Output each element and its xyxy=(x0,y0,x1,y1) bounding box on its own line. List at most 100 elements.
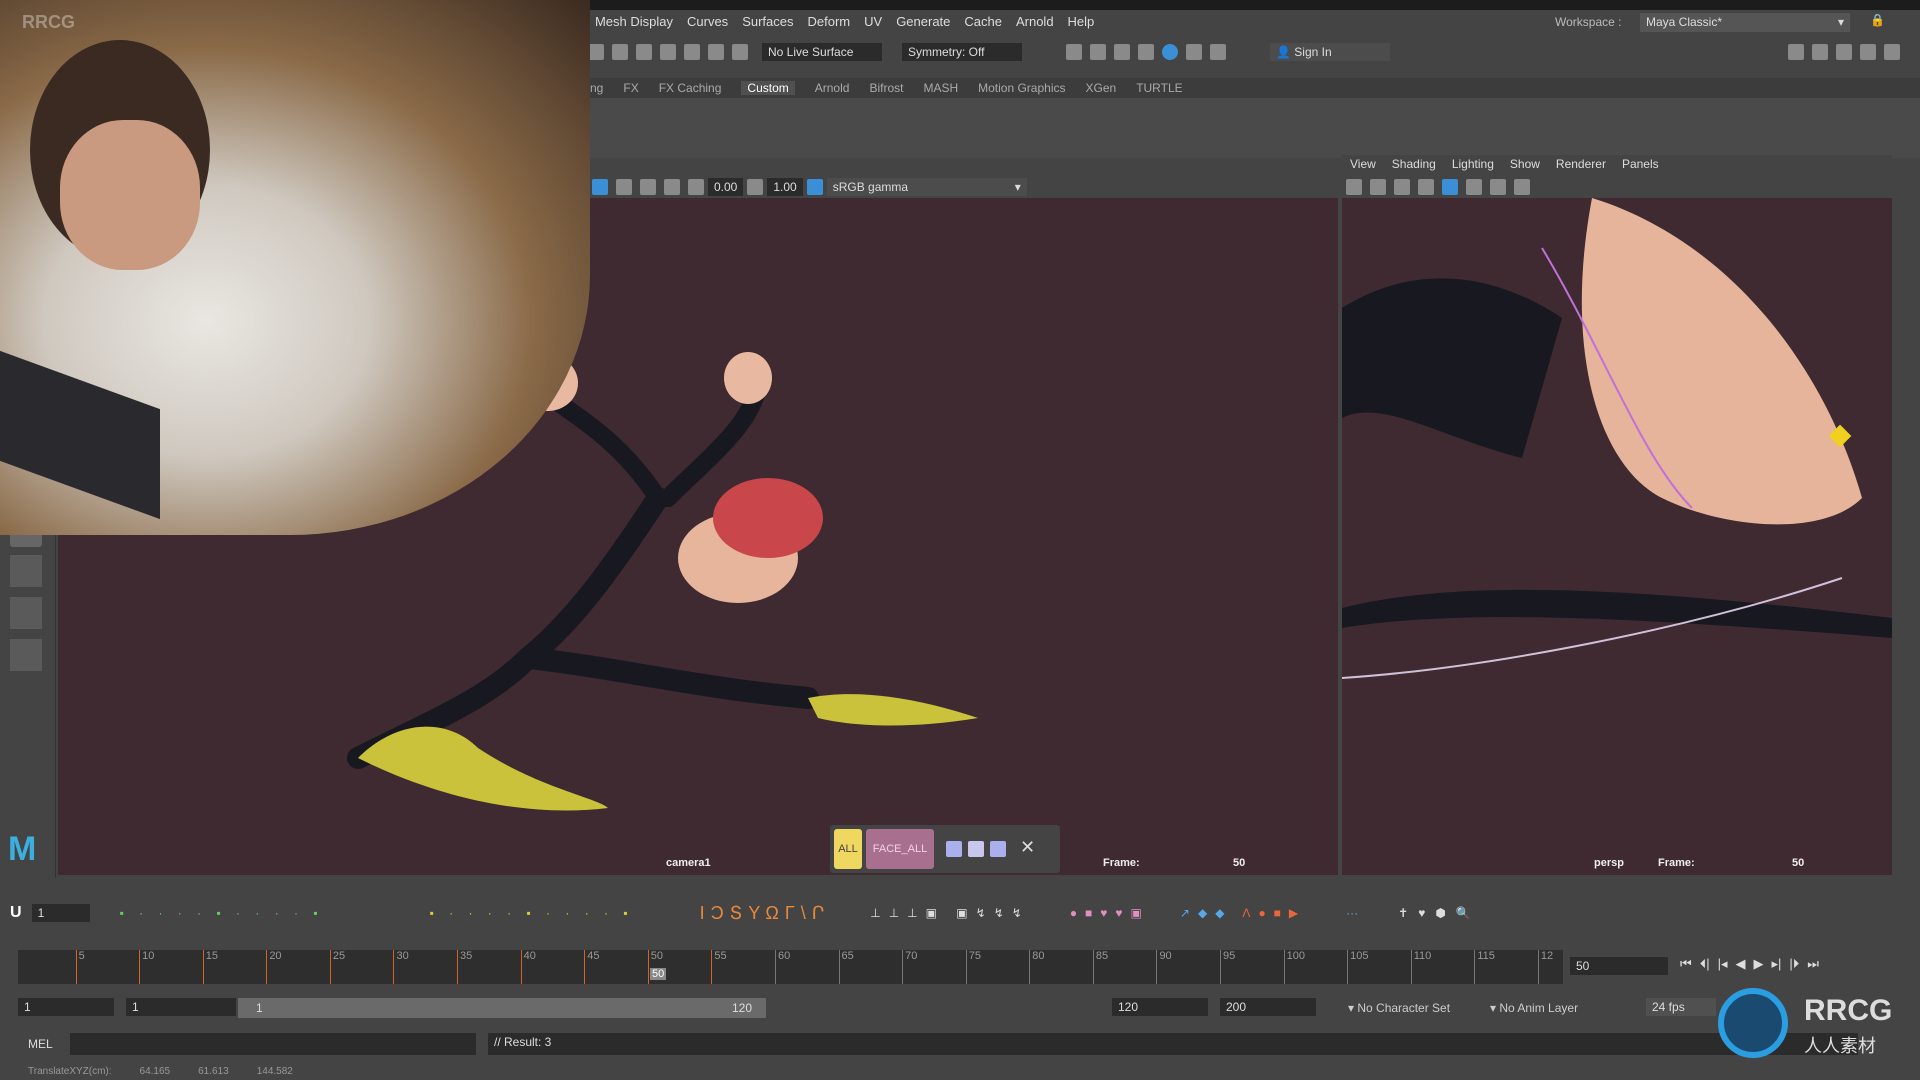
add-set-icon[interactable] xyxy=(946,841,962,857)
grid-icon[interactable] xyxy=(640,178,656,195)
layout-two-icon[interactable] xyxy=(10,597,42,629)
more-icon[interactable]: ··· xyxy=(1346,906,1358,920)
grid-icon[interactable] xyxy=(1394,178,1410,195)
lock-selection-icon[interactable] xyxy=(588,44,604,60)
panel-menu-item[interactable]: Shading xyxy=(1392,157,1436,173)
menu-item[interactable]: UV xyxy=(864,14,882,29)
current-frame-marker[interactable]: 50 xyxy=(650,968,667,980)
play-backward-icon[interactable]: ◀ xyxy=(1736,956,1746,972)
camera-icon[interactable] xyxy=(1346,178,1362,195)
image-plane-icon[interactable] xyxy=(616,178,632,195)
tool-settings-icon[interactable] xyxy=(1860,44,1876,60)
shelf-tab[interactable]: Arnold xyxy=(815,81,850,95)
command-input[interactable] xyxy=(70,1033,476,1055)
sign-in-button[interactable]: 👤 Sign In xyxy=(1270,43,1390,61)
arnold-render-icon[interactable] xyxy=(1162,44,1178,60)
panel-menu-item[interactable]: View xyxy=(1350,157,1376,173)
exposure-icon[interactable] xyxy=(688,178,704,195)
right-tools-icons[interactable]: ✝♥⬢🔍 xyxy=(1398,906,1481,920)
workspace-dropdown[interactable]: Maya Classic* ▾ xyxy=(1640,13,1850,32)
isolate-icon[interactable] xyxy=(1514,178,1530,195)
exposure-field[interactable]: 0.00 xyxy=(708,177,744,196)
shelf-tab[interactable]: TURTLE xyxy=(1136,81,1182,95)
prev-key-icon[interactable]: |◂ xyxy=(1718,956,1728,972)
command-language-toggle[interactable]: MEL xyxy=(28,1037,53,1051)
shelf-tab[interactable]: Custom xyxy=(741,81,795,95)
shelf-tab[interactable]: FX Caching xyxy=(659,81,722,95)
tangent-icons[interactable]: ΙϽՏΥΩΓ\Ր xyxy=(700,903,831,924)
layout-four-icon[interactable] xyxy=(10,555,42,587)
step-forward-icon[interactable]: |⏵ xyxy=(1789,956,1799,972)
color-management-icon[interactable] xyxy=(806,178,823,195)
panel-menu-item[interactable]: Panels xyxy=(1622,157,1659,173)
shelf-tab[interactable]: Bifrost xyxy=(869,81,903,95)
pause-icon[interactable] xyxy=(1210,44,1226,60)
menu-item[interactable]: Help xyxy=(1068,14,1095,29)
playback-start-field[interactable]: 1 xyxy=(126,998,236,1016)
menu-item[interactable]: Curves xyxy=(687,14,728,29)
character-closeup[interactable] xyxy=(1342,198,1892,875)
keyframe-tools-icons[interactable]: Λ●■▶ xyxy=(1242,906,1306,920)
render-settings-icon[interactable] xyxy=(1114,44,1130,60)
next-key-icon[interactable]: ▸| xyxy=(1772,956,1782,972)
fps-dropdown[interactable]: 24 fps xyxy=(1646,998,1716,1016)
tween-slider[interactable]: ▪ · · · · ▪ · · · · ▪ xyxy=(430,906,690,920)
live-surface-field[interactable]: No Live Surface xyxy=(762,43,882,61)
snap-surface-icon[interactable] xyxy=(732,44,748,60)
persp-viewport[interactable]: View Shading Lighting Show Renderer Panels pe… xyxy=(1342,155,1892,875)
film-gate-icon[interactable] xyxy=(664,178,680,195)
shelf-tab[interactable]: FX xyxy=(623,81,638,95)
attribute-editor-icon[interactable] xyxy=(1836,44,1852,60)
character-controls-icon[interactable] xyxy=(1812,44,1828,60)
key-tangent-slider[interactable]: ▪ · · · · ▪ · · · · ▪ xyxy=(120,906,420,920)
panel-menu-item[interactable]: Lighting xyxy=(1452,157,1494,173)
menu-item[interactable]: Cache xyxy=(964,14,1002,29)
textured-icon[interactable] xyxy=(1466,178,1482,195)
select-all-button[interactable]: ALL xyxy=(834,829,862,869)
character-set-dropdown[interactable]: ▾ No Character Set xyxy=(1348,1001,1450,1015)
lock-icon[interactable]: 🔒 xyxy=(1870,13,1885,27)
render-view-icon[interactable] xyxy=(1186,44,1202,60)
magnet-icon[interactable]: U xyxy=(10,904,22,922)
close-icon[interactable]: ✕ xyxy=(1020,837,1035,858)
ik-tools-icons[interactable]: ↗◆◆ xyxy=(1180,906,1233,920)
channel-box-icon[interactable] xyxy=(1884,44,1900,60)
menu-item[interactable]: Mesh Display xyxy=(595,14,673,29)
wireframe-icon[interactable] xyxy=(1418,178,1434,195)
play-forward-icon[interactable]: ▶ xyxy=(1754,956,1764,972)
lights-icon[interactable] xyxy=(1490,178,1506,195)
go-to-start-icon[interactable]: ⏮ xyxy=(1680,956,1692,972)
color-space-dropdown[interactable]: sRGB gamma ▾ xyxy=(826,177,1027,196)
smooth-shade-icon[interactable] xyxy=(1442,178,1458,195)
edit-set-icon[interactable] xyxy=(968,841,984,857)
current-frame-field[interactable]: 50 xyxy=(1570,957,1668,975)
menu-item[interactable]: Arnold xyxy=(1016,14,1054,29)
anim-layer-dropdown[interactable]: ▾ No Anim Layer xyxy=(1490,1001,1578,1015)
camera-attributes-icon[interactable] xyxy=(592,178,608,195)
step-back-icon[interactable]: ⏴| xyxy=(1700,956,1710,972)
playback-end-field[interactable]: 120 xyxy=(1112,998,1208,1016)
outliner-layout-icon[interactable] xyxy=(10,639,42,671)
modeling-toolkit-icon[interactable] xyxy=(1788,44,1804,60)
snap-view-icon[interactable] xyxy=(708,44,724,60)
menu-item[interactable]: Deform xyxy=(808,14,851,29)
go-to-end-icon[interactable]: ⏭ xyxy=(1807,956,1819,972)
symmetry-dropdown[interactable]: Symmetry: Off xyxy=(902,43,1022,61)
bookmark-icon[interactable] xyxy=(1370,178,1386,195)
gamma-icon[interactable] xyxy=(747,178,764,195)
menu-item[interactable]: Generate xyxy=(896,14,950,29)
snap-point-icon[interactable] xyxy=(684,44,700,60)
shelf-tab[interactable]: MASH xyxy=(923,81,958,95)
snap-icon[interactable] xyxy=(612,44,628,60)
shelf-tab[interactable]: XGen xyxy=(1086,81,1117,95)
remove-set-icon[interactable] xyxy=(990,841,1006,857)
render-icon[interactable] xyxy=(1066,44,1082,60)
gamma-field[interactable]: 1.00 xyxy=(767,177,803,196)
start-time-field[interactable]: 1 xyxy=(18,998,114,1016)
end-time-field[interactable]: 200 xyxy=(1220,998,1316,1016)
pose-tools-icons[interactable]: ●■♥♥▣ xyxy=(1070,906,1150,920)
menu-item[interactable]: Surfaces xyxy=(742,14,793,29)
panel-menu-item[interactable]: Renderer xyxy=(1556,157,1606,173)
range-slider[interactable]: 1 120 xyxy=(238,998,766,1018)
snap-grid-icon[interactable] xyxy=(636,44,652,60)
